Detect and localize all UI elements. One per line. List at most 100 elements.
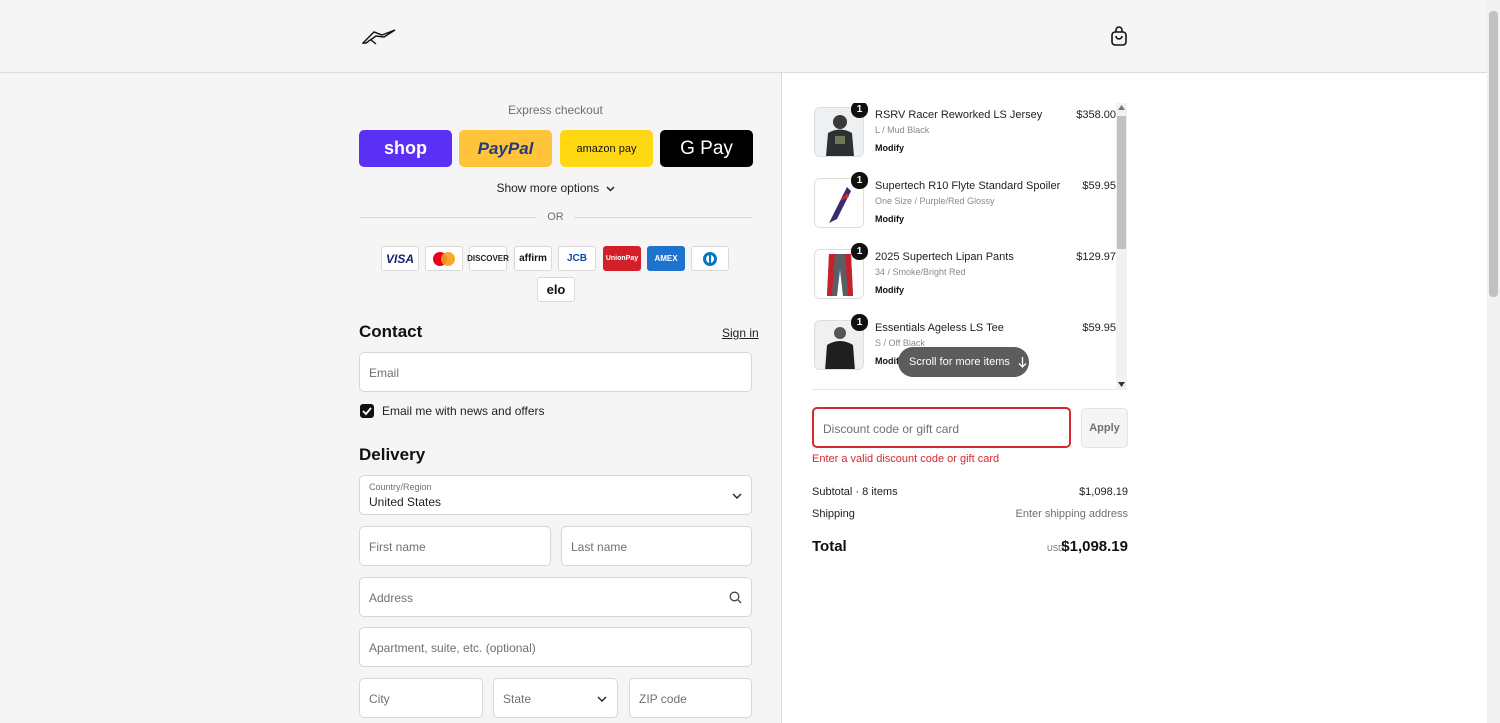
card-discover-label: DISCOVER: [467, 254, 509, 263]
mastercard-circles: [433, 251, 455, 266]
discount-code-input[interactable]: Discount code or gift card: [812, 407, 1071, 448]
scroll-down-icon[interactable]: [1118, 382, 1125, 387]
country-label: Country/Region: [369, 482, 432, 492]
express-checkout-title: Express checkout: [508, 103, 603, 117]
item-variant: One Size / Purple/Red Glossy: [875, 196, 995, 206]
modify-link[interactable]: Modify: [875, 285, 904, 295]
sign-in-link[interactable]: Sign in: [722, 326, 759, 340]
apply-button[interactable]: Apply: [1081, 408, 1128, 448]
google-pay-label: G Pay: [680, 137, 733, 159]
chevron-down-icon: [606, 186, 615, 192]
discount-placeholder: Discount code or gift card: [823, 422, 960, 436]
item-name: Essentials Ageless LS Tee: [875, 322, 1004, 334]
first-name-field[interactable]: First name: [359, 526, 551, 566]
item-price: $59.95: [1082, 180, 1116, 192]
total-value: $1,098.19: [1061, 538, 1128, 555]
state-select[interactable]: State: [493, 678, 618, 718]
item-price: $129.97: [1076, 251, 1116, 263]
list-item: 1 RSRV Racer Reworked LS Jersey L / Mud …: [812, 103, 1116, 163]
paypal-button[interactable]: PayPal: [459, 130, 552, 167]
address-placeholder: Address: [369, 591, 414, 605]
quantity-badge: 1: [851, 103, 868, 118]
card-affirm-label: affirm: [519, 253, 547, 264]
checkout-form-column: [0, 73, 782, 723]
scroll-more-items-button[interactable]: Scroll for more items: [898, 347, 1029, 377]
chevron-down-icon: [597, 696, 607, 702]
item-name: Supertech R10 Flyte Standard Spoiler: [875, 180, 1061, 192]
card-amex-label: AMEX: [654, 254, 678, 263]
subtotal-value: $1,098.19: [1079, 486, 1128, 498]
shipping-value: Enter shipping address: [1015, 508, 1128, 520]
city-placeholder: City: [369, 692, 390, 706]
address-field[interactable]: Address: [359, 577, 752, 617]
discover-icon: DISCOVER: [467, 246, 509, 271]
shipping-label: Shipping: [812, 508, 855, 520]
newsletter-checkbox[interactable]: [360, 404, 374, 418]
newsletter-label: Email me with news and offers: [382, 404, 545, 418]
state-placeholder: State: [503, 692, 532, 706]
checkout-page: Express checkout shop PayPal amazon pay …: [0, 0, 1500, 723]
google-pay-button[interactable]: G Pay: [660, 130, 753, 167]
arrow-down-icon: [1018, 356, 1027, 368]
email-placeholder: Email: [369, 366, 400, 380]
subtotal-row: Subtotal · 8 items $1,098.19: [812, 486, 1128, 498]
unionpay-icon: UnionPay: [603, 246, 641, 271]
last-name-placeholder: Last name: [571, 540, 628, 554]
card-visa-label: VISA: [385, 251, 414, 266]
item-price: $59.95: [1082, 322, 1116, 334]
quantity-badge: 1: [851, 314, 868, 331]
item-variant: L / Mud Black: [875, 125, 930, 135]
quantity-badge: 1: [851, 172, 868, 189]
apartment-field[interactable]: Apartment, suite, etc. (optional): [359, 627, 752, 667]
zip-placeholder: ZIP code: [639, 692, 687, 706]
show-more-options-label: Show more options: [496, 181, 600, 195]
card-elo-label: elo: [546, 282, 566, 297]
scroll-more-items-label: Scroll for more items: [909, 356, 1010, 368]
email-field[interactable]: Email: [359, 352, 752, 392]
country-value: United States: [369, 495, 442, 509]
shopping-bag-icon[interactable]: [1109, 26, 1129, 46]
item-name: RSRV Racer Reworked LS Jersey: [875, 109, 1043, 121]
or-label: OR: [547, 211, 564, 223]
last-name-field[interactable]: Last name: [561, 526, 752, 566]
elo-icon: elo: [537, 277, 575, 302]
shop-pay-button[interactable]: shop: [359, 130, 452, 167]
subtotal-label: Subtotal · 8 items: [812, 486, 898, 498]
list-item: 1 2025 Supertech Lipan Pants 34 / Smoke/…: [812, 243, 1116, 305]
items-scroll-thumb[interactable]: [1117, 116, 1126, 249]
affirm-icon: affirm: [514, 246, 552, 271]
list-item: 1 Supertech R10 Flyte Standard Spoiler O…: [812, 172, 1116, 234]
checkmark-icon: [362, 407, 372, 416]
apartment-placeholder: Apartment, suite, etc. (optional): [369, 641, 536, 655]
card-unionpay-label: UnionPay: [605, 255, 639, 262]
modify-link[interactable]: Modify: [875, 143, 904, 153]
zip-field[interactable]: ZIP code: [629, 678, 752, 718]
modify-link[interactable]: Modify: [875, 214, 904, 224]
scroll-up-icon[interactable]: [1118, 105, 1125, 110]
quantity-badge: 1: [851, 243, 868, 260]
mastercard-icon: [425, 246, 463, 271]
discount-error-message: Enter a valid discount code or gift card: [812, 453, 1000, 465]
item-name: 2025 Supertech Lipan Pants: [875, 251, 1014, 263]
page-scroll-thumb[interactable]: [1489, 11, 1498, 297]
show-more-options-link[interactable]: Show more options: [359, 181, 752, 195]
amazon-pay-button[interactable]: amazon pay: [560, 130, 653, 167]
card-jcb-label: JCB: [566, 253, 587, 264]
amex-icon: AMEX: [647, 246, 685, 271]
header: [0, 0, 1487, 73]
item-price: $358.00: [1076, 109, 1116, 121]
delivery-title: Delivery: [359, 445, 426, 464]
alpinestars-logo[interactable]: [362, 28, 396, 46]
amazon-pay-label: amazon pay: [576, 142, 637, 155]
diners-icon: [691, 246, 729, 271]
item-variant: 34 / Smoke/Bright Red: [875, 267, 966, 277]
country-select[interactable]: Country/Region United States: [359, 475, 752, 515]
visa-icon: VISA: [381, 246, 419, 271]
jcb-icon: JCB: [558, 246, 596, 271]
or-divider: OR: [359, 211, 752, 225]
chevron-down-icon: [732, 493, 742, 499]
shop-pay-label: shop: [384, 138, 427, 158]
city-field[interactable]: City: [359, 678, 483, 718]
contact-title: Contact: [359, 322, 423, 341]
shipping-row: Shipping Enter shipping address: [812, 508, 1128, 520]
